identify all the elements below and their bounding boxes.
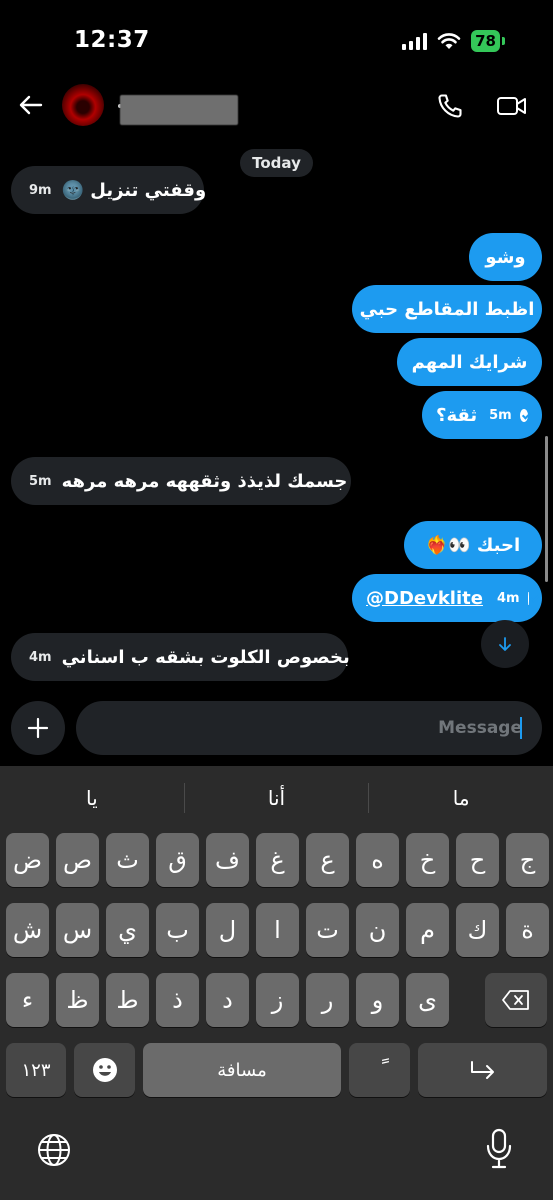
scrollbar[interactable] xyxy=(545,436,548,582)
message-text: وقفتي تنزيل 🌚 xyxy=(61,179,207,201)
redacted-contact-name[interactable] xyxy=(120,95,238,125)
message-bubble-outgoing[interactable]: @DDevklite 4m xyxy=(352,574,542,622)
message-text: جسمك لذيذذ وثقههه مرهه مرهه xyxy=(61,470,348,492)
message-bubble-outgoing[interactable]: احبك 👀❤️‍🔥 xyxy=(404,521,542,569)
keyboard-key[interactable]: ذ xyxy=(156,973,199,1027)
keyboard-key[interactable]: غ xyxy=(256,833,299,887)
chat-header xyxy=(0,80,553,140)
keyboard-key[interactable]: خ xyxy=(406,833,449,887)
message-text: احبك 👀❤️‍🔥 xyxy=(425,534,521,556)
status-time: 12:37 xyxy=(74,27,150,53)
keyboard-key[interactable]: ر xyxy=(306,973,349,1027)
keyboard-key[interactable]: ح xyxy=(456,833,499,887)
globe-icon[interactable] xyxy=(36,1132,72,1168)
phone-call-icon[interactable] xyxy=(436,92,464,120)
message-bubble-outgoing[interactable]: 5m ثقة؟ xyxy=(422,391,542,439)
keyboard-key[interactable]: ط xyxy=(106,973,149,1027)
keyboard-key[interactable]: ل xyxy=(206,903,249,957)
message-input[interactable] xyxy=(76,701,542,755)
message-time: 5m xyxy=(29,473,52,489)
suggestion-bar: يا أنا ما xyxy=(0,766,553,830)
keyboard-key[interactable]: ج xyxy=(506,833,549,887)
message-bubble-outgoing[interactable]: شرايك المهم xyxy=(397,338,542,386)
diacritic-key[interactable]: ً xyxy=(349,1043,410,1097)
keyboard-key[interactable]: ف xyxy=(206,833,249,887)
message-text: اظبط المقاطع حبي xyxy=(359,298,535,320)
keyboard-key[interactable]: ن xyxy=(356,903,399,957)
keyboard-key[interactable]: ق xyxy=(156,833,199,887)
text-caret xyxy=(520,717,522,739)
keyboard-key[interactable]: ك xyxy=(456,903,499,957)
emoji-key[interactable] xyxy=(74,1043,135,1097)
wifi-icon xyxy=(437,33,461,49)
backspace-icon xyxy=(502,990,529,1010)
scroll-to-bottom-button[interactable] xyxy=(481,620,529,668)
keyboard-key[interactable]: و xyxy=(356,973,399,1027)
message-bubble-incoming[interactable]: 9m وقفتي تنزيل 🌚 xyxy=(11,166,207,214)
message-time: 5m xyxy=(489,407,512,423)
keyboard-key[interactable]: ث xyxy=(106,833,149,887)
message-text: شرايك المهم xyxy=(411,351,528,373)
backspace-key[interactable] xyxy=(485,973,547,1027)
seen-check-icon xyxy=(519,408,528,422)
plus-icon xyxy=(27,717,49,739)
message-bubble-outgoing[interactable]: اظبط المقاطع حبي xyxy=(352,285,542,333)
add-attachment-button[interactable] xyxy=(11,701,65,755)
keyboard-key[interactable]: ة xyxy=(506,903,549,957)
battery-tip xyxy=(502,37,505,45)
mention-link[interactable]: @DDevklite xyxy=(366,588,483,609)
suggestion-item[interactable]: يا xyxy=(0,786,184,810)
message-time: 4m xyxy=(496,590,520,606)
keyboard-key[interactable]: د xyxy=(206,973,249,1027)
numbers-key[interactable]: ١٢٣ xyxy=(6,1043,66,1097)
keyboard-key[interactable]: ء xyxy=(6,973,49,1027)
message-text: وشو xyxy=(485,246,526,268)
video-call-icon[interactable] xyxy=(496,92,528,120)
emoji-icon xyxy=(92,1058,117,1082)
message-time: 4m xyxy=(29,649,52,665)
keyboard-key[interactable]: ى xyxy=(406,973,449,1027)
keyboard-key[interactable]: ب xyxy=(156,903,199,957)
status-bar: 12:37 78 xyxy=(0,0,553,80)
message-bubble-incoming[interactable]: 5m جسمك لذيذذ وثقههه مرهه مرهه xyxy=(11,457,351,505)
keyboard-key[interactable]: ص xyxy=(56,833,99,887)
cellular-signal-icon xyxy=(402,32,428,50)
keyboard-key[interactable]: م xyxy=(406,903,449,957)
keyboard-key[interactable]: ي xyxy=(106,903,149,957)
message-bubble-outgoing[interactable]: وشو xyxy=(469,233,542,281)
keyboard-key[interactable]: ه xyxy=(356,833,399,887)
battery-indicator: 78 xyxy=(471,30,500,52)
space-key[interactable]: مسافة xyxy=(143,1043,341,1097)
mic-icon[interactable] xyxy=(484,1128,514,1170)
back-arrow-icon[interactable] xyxy=(16,90,46,120)
keyboard-key[interactable]: ز xyxy=(256,973,299,1027)
message-bubble-incoming[interactable]: 4m بخصوص الكلوت بشقه ب اسناني xyxy=(11,633,350,681)
return-icon xyxy=(470,1061,494,1079)
return-key[interactable] xyxy=(418,1043,547,1097)
message-text: بخصوص الكلوت بشقه ب اسناني xyxy=(61,646,350,668)
avatar[interactable] xyxy=(62,84,104,126)
suggestion-item[interactable]: ما xyxy=(369,786,553,810)
status-indicators: 78 xyxy=(402,30,505,52)
keyboard-key[interactable]: ع xyxy=(306,833,349,887)
keyboard-key[interactable]: ش xyxy=(6,903,49,957)
keyboard-key[interactable]: ظ xyxy=(56,973,99,1027)
keyboard-key[interactable]: ت xyxy=(306,903,349,957)
keyboard-key[interactable]: ا xyxy=(256,903,299,957)
date-divider: Today xyxy=(240,149,313,177)
message-text: ثقة؟ xyxy=(436,404,478,426)
keyboard-key[interactable]: ض xyxy=(6,833,49,887)
keyboard-key[interactable]: س xyxy=(56,903,99,957)
suggestion-item[interactable]: أنا xyxy=(185,786,369,810)
arrow-down-icon xyxy=(499,637,511,651)
message-time: 9m xyxy=(29,182,52,198)
